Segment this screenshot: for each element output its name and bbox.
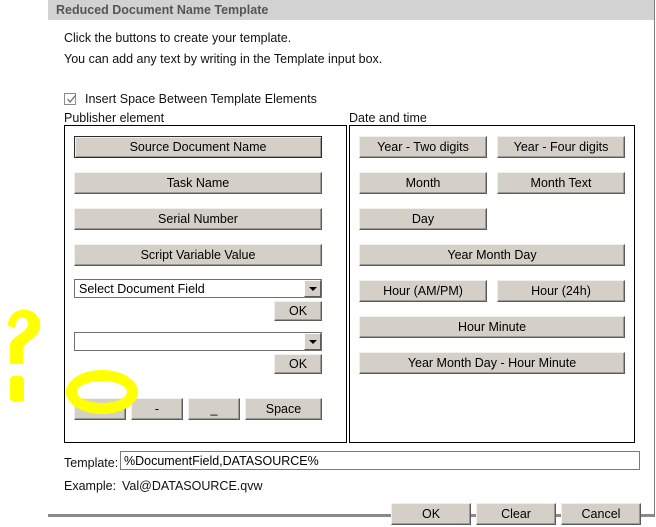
insert-space-checkbox-label: Insert Space Between Template Elements [85, 92, 317, 106]
instruction-line-2: You can add any text by writing in the T… [64, 52, 383, 66]
dialog-body: Click the buttons to create your templat… [48, 20, 654, 525]
select-document-field-combobox[interactable]: Select Document Field [74, 279, 322, 298]
publisher-element-group-label: Publisher element [64, 111, 165, 125]
underscore-button[interactable]: _ [188, 398, 240, 420]
serial-number-button[interactable]: Serial Number [74, 208, 322, 230]
hour-minute-button[interactable]: Hour Minute [359, 316, 625, 338]
year-month-day-hour-minute-button[interactable]: Year Month Day - Hour Minute [359, 352, 625, 374]
cancel-button[interactable]: Cancel [561, 503, 641, 525]
year-month-day-button[interactable]: Year Month Day [359, 244, 625, 266]
year-four-digits-button[interactable]: Year - Four digits [497, 136, 625, 158]
task-name-button[interactable]: Task Name [74, 172, 322, 194]
example-value: Val@DATASOURCE.qvw [122, 479, 263, 493]
select-document-field-value: Select Document Field [79, 281, 205, 296]
secondary-combobox[interactable] [74, 332, 322, 351]
hour-24h-button[interactable]: Hour (24h) [497, 280, 625, 302]
checkmark-icon [67, 95, 76, 104]
dialog-title-bar: Reduced Document Name Template [48, 0, 654, 20]
dialog-title: Reduced Document Name Template [56, 3, 269, 17]
script-variable-value-button[interactable]: Script Variable Value [74, 244, 322, 266]
ok-button[interactable]: OK [391, 503, 471, 525]
dash-button[interactable]: - [131, 398, 183, 420]
month-button[interactable]: Month [359, 172, 487, 194]
space-button[interactable]: Space [245, 398, 322, 420]
backslash-button[interactable]: \ [74, 398, 126, 420]
template-input[interactable]: %DocumentField,DATASOURCE% [120, 451, 640, 470]
hour-ampm-button[interactable]: Hour (AM/PM) [359, 280, 487, 302]
chevron-down-icon[interactable] [304, 280, 321, 297]
month-text-button[interactable]: Month Text [497, 172, 625, 194]
date-and-time-group-label: Date and time [349, 111, 427, 125]
template-label: Template: [64, 456, 119, 470]
document-field-ok-button[interactable]: OK [274, 301, 322, 321]
source-document-name-button[interactable]: Source Document Name [74, 136, 322, 158]
day-button[interactable]: Day [359, 208, 487, 230]
chevron-down-icon-secondary[interactable] [304, 333, 321, 350]
clear-button[interactable]: Clear [476, 503, 556, 525]
example-label: Example: [64, 479, 117, 493]
year-two-digits-button[interactable]: Year - Two digits [359, 136, 487, 158]
reduced-document-name-template-dialog: Reduced Document Name Template Click the… [48, 0, 655, 525]
secondary-ok-button[interactable]: OK [274, 354, 322, 374]
question-mark-annotation [8, 309, 41, 402]
instruction-line-1: Click the buttons to create your templat… [64, 31, 292, 45]
insert-space-checkbox[interactable]: Insert Space Between Template Elements [64, 92, 317, 106]
checkbox-box[interactable] [64, 93, 76, 105]
